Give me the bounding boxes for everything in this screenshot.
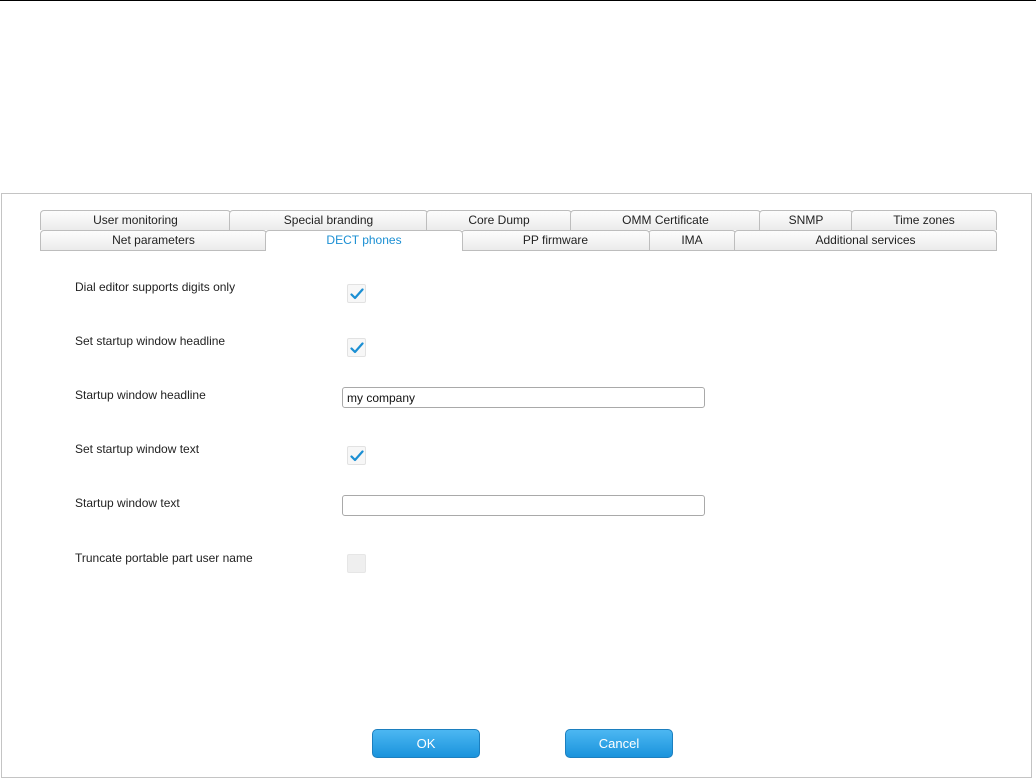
checkmark-icon — [350, 288, 364, 300]
dial-editor-digits-only-checkbox[interactable] — [347, 284, 366, 303]
tab-ima[interactable]: IMA — [648, 230, 736, 250]
checkmark-icon — [350, 450, 364, 462]
tab-user-monitoring[interactable]: User monitoring — [40, 210, 231, 230]
ok-button[interactable]: OK — [372, 729, 480, 758]
cancel-button[interactable]: Cancel — [565, 729, 673, 758]
startup-headline-label: Startup window headline — [75, 388, 206, 402]
set-startup-headline-checkbox[interactable] — [347, 338, 366, 357]
tab-dect-phones[interactable]: DECT phones — [265, 230, 463, 251]
top-border-line — [0, 0, 1036, 1]
startup-headline-input[interactable] — [342, 387, 705, 408]
tab-core-dump[interactable]: Core Dump — [426, 210, 572, 230]
truncate-pp-username-label: Truncate portable part user name — [75, 551, 253, 565]
tab-omm-certificate[interactable]: OMM Certificate — [570, 210, 761, 230]
settings-dialog: User monitoring Special branding Core Du… — [1, 193, 1032, 778]
tab-strip-divider — [40, 250, 997, 251]
tab-time-zones[interactable]: Time zones — [851, 210, 997, 230]
set-startup-text-label: Set startup window text — [75, 442, 200, 456]
tab-additional-services[interactable]: Additional services — [734, 230, 997, 250]
tab-net-parameters[interactable]: Net parameters — [40, 230, 267, 250]
startup-text-label: Startup window text — [75, 496, 180, 510]
tab-snmp[interactable]: SNMP — [759, 210, 853, 230]
truncate-pp-username-checkbox[interactable] — [347, 554, 366, 573]
dial-editor-digits-only-label: Dial editor supports digits only — [75, 280, 236, 294]
checkmark-icon — [350, 342, 364, 354]
tab-pp-firmware[interactable]: PP firmware — [461, 230, 650, 250]
set-startup-headline-label: Set startup window headline — [75, 334, 226, 348]
startup-text-input[interactable] — [342, 495, 705, 516]
tab-special-branding[interactable]: Special branding — [229, 210, 428, 230]
set-startup-text-checkbox[interactable] — [347, 446, 366, 465]
